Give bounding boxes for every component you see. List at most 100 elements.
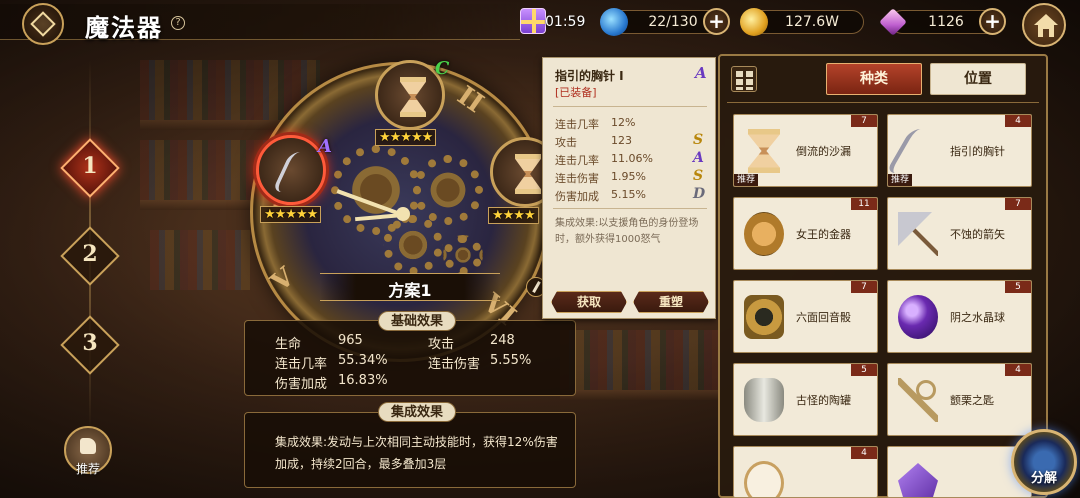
- item-count: 5: [851, 364, 877, 376]
- item-count: 7: [851, 115, 877, 127]
- item-tooltip: 指引的胸针 I A [已装备] 连击几率 12% 攻击 123 S 连击几率 11.0…: [542, 57, 716, 319]
- item-count: 4: [1005, 364, 1031, 376]
- substat-grade: D: [693, 186, 706, 202]
- page-title: 魔法器: [85, 13, 163, 42]
- tab-type[interactable]: 种类: [826, 63, 922, 95]
- item-name: 女王的金器: [796, 228, 851, 241]
- stat-label: 伤害加成: [275, 377, 328, 392]
- inventory-item-card[interactable]: 5 阴之水晶球: [887, 280, 1032, 353]
- substat-grade: A: [693, 150, 704, 166]
- inventory-item-card[interactable]: 7 不蚀的箭矢: [887, 197, 1032, 270]
- slot-stars: ★★★★: [488, 207, 539, 224]
- stat-label: 生命: [275, 337, 302, 352]
- gold-coin-icon: [740, 8, 768, 36]
- hourglass-icon: [515, 154, 541, 194]
- item-count: 7: [851, 281, 877, 293]
- item-count: 5: [1005, 281, 1031, 293]
- inventory-item-card[interactable]: 4 颤栗之匙: [887, 363, 1032, 436]
- inventory-item-card[interactable]: 5 古怪的陶罐: [733, 363, 878, 436]
- tooltip-stat-row: 伤害加成 5.15%: [555, 188, 646, 203]
- arrow-icon: [898, 212, 938, 256]
- tooltip-item-grade: A: [695, 64, 707, 82]
- item-name: 倒流的沙漏: [796, 145, 851, 158]
- top-bar: 魔法器 ? 01:59 22/130 + 127.6W 1126 +: [0, 0, 1080, 47]
- plan-name: 方案1: [388, 281, 432, 300]
- plan-2-button[interactable]: 2: [60, 226, 120, 286]
- item-count: 7: [1005, 198, 1031, 210]
- stat-value: 965: [338, 333, 363, 348]
- grid-view-icon[interactable]: [731, 66, 757, 92]
- gear-icon: [413, 155, 483, 225]
- coin-icon: [744, 212, 784, 256]
- inventory-item-card[interactable]: 7 六面回音骰: [733, 280, 878, 353]
- key-icon: [898, 378, 938, 422]
- home-button[interactable]: [1022, 3, 1066, 47]
- device-slot-left[interactable]: [256, 135, 326, 205]
- hourglass-icon: [748, 129, 780, 173]
- tooltip-item-name: 指引的胸针 I: [555, 69, 624, 83]
- hourglass-icon: [400, 77, 426, 117]
- substat-grade: S: [693, 132, 704, 148]
- plan-3-label: 3: [82, 330, 98, 356]
- divider: [553, 106, 707, 107]
- item-count: 11: [851, 198, 877, 210]
- reshape-button[interactable]: 重塑: [633, 291, 709, 313]
- stat-value: 5.55%: [490, 353, 532, 368]
- inventory-item-card[interactable]: 7 倒流的沙漏 推荐: [733, 114, 878, 187]
- jar-icon: [744, 378, 784, 422]
- item-count: 4: [1005, 115, 1031, 127]
- brooch-icon: [888, 129, 951, 173]
- recommend-label: 推荐: [75, 462, 100, 476]
- add-gem-button[interactable]: +: [979, 8, 1006, 35]
- roman-numeral: II: [451, 80, 489, 120]
- help-icon[interactable]: ?: [171, 16, 185, 30]
- stat-label: 连击伤害: [428, 357, 481, 372]
- brooch-icon: [271, 152, 317, 192]
- slot-grade: C: [435, 58, 450, 79]
- gear-icon: [443, 235, 483, 275]
- tooltip-stat-row: 连击几率 12%: [555, 116, 636, 131]
- thumbs-up-icon: [80, 438, 96, 454]
- crystal-icon: [898, 463, 938, 497]
- add-stamina-button[interactable]: +: [703, 8, 730, 35]
- tooltip-equipped-status: [已装备]: [555, 86, 597, 99]
- plan-name-bar: 方案1: [320, 273, 500, 301]
- item-name: 六面回音骰: [796, 311, 851, 324]
- decompose-label: 分解: [1030, 471, 1057, 486]
- divider: [727, 102, 1039, 103]
- stat-label: 攻击: [428, 337, 455, 352]
- die-icon: [744, 295, 784, 339]
- tab-position[interactable]: 位置: [930, 63, 1026, 95]
- inventory-item-card[interactable]: 4 指引的胸针 推荐: [887, 114, 1032, 187]
- base-effects-title: 基础效果: [378, 311, 457, 331]
- back-icon: [30, 11, 56, 37]
- title-strip: [0, 4, 520, 40]
- gear-icon: [383, 215, 443, 275]
- set-effects-line: 集成效果:发动与上次相同主动技能时，获得12%伤害: [275, 435, 558, 449]
- set-effects-line: 加成，持续2回合，最多叠加3层: [275, 457, 447, 471]
- slot-grade: A: [318, 136, 332, 157]
- plan-1-label: 1: [82, 153, 98, 179]
- stat-value: 16.83%: [338, 373, 388, 388]
- item-name: 古怪的陶罐: [796, 394, 851, 407]
- plan-1-button[interactable]: 1: [60, 138, 120, 198]
- tooltip-stat-row: 连击伤害 1.95%: [555, 170, 646, 185]
- back-button[interactable]: [22, 3, 64, 45]
- stat-value: 55.34%: [338, 353, 388, 368]
- stat-label: 连击几率: [275, 357, 328, 372]
- item-count: 4: [851, 447, 877, 459]
- item-name: 指引的胸针: [950, 145, 1005, 158]
- recommended-badge: 推荐: [888, 174, 913, 186]
- obtain-button[interactable]: 获取: [551, 291, 627, 313]
- orb-icon: [898, 295, 938, 339]
- recommended-badge: 推荐: [734, 174, 759, 186]
- item-name: 颤栗之匙: [950, 394, 994, 407]
- gift-box-icon[interactable]: [520, 8, 546, 34]
- event-timer: 01:59: [545, 14, 586, 30]
- divider: [553, 208, 707, 209]
- plan-2-label: 2: [82, 241, 98, 267]
- plan-3-button[interactable]: 3: [60, 315, 120, 375]
- set-effects-title: 集成效果: [378, 402, 457, 422]
- inventory-item-card[interactable]: 4: [733, 446, 878, 498]
- inventory-item-card[interactable]: 11 女王的金器: [733, 197, 878, 270]
